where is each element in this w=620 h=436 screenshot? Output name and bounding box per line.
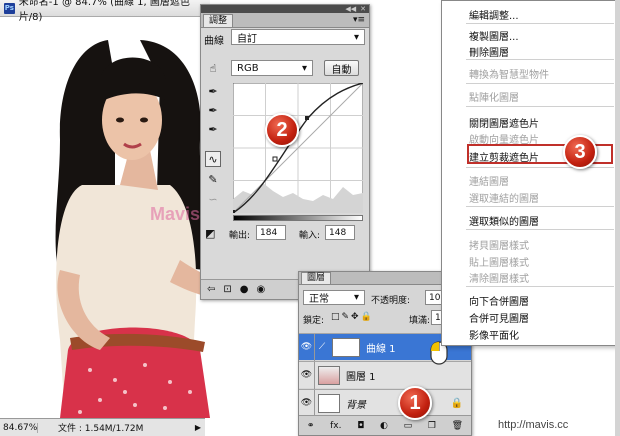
step-badge-3: 3: [563, 135, 597, 169]
menu-item-select-similar-layers[interactable]: 選取類似的圖層: [469, 213, 539, 228]
document-title-bar[interactable]: Ps 未命名-1 @ 84.7% (曲線 1, 圖層遮色片/8): [0, 0, 210, 23]
menu-separator: [466, 59, 614, 60]
menu-item-edit-adjustment[interactable]: 編輯調整...: [469, 7, 519, 22]
chevron-down-icon: ▾: [301, 62, 307, 74]
collapse-icon[interactable]: ◀◀: [345, 5, 356, 13]
adjustments-panel: ◀◀ ✕ 調整 ▾≡ 曲線 自訂 ▾ ☝ RGB ▾ 自動 ✒ ✒ ✒ ∿ ✎ ∽ ◩…: [200, 4, 370, 300]
lock-icon: 🔒: [450, 397, 463, 409]
menu-item-merge-visible[interactable]: 合併可見圖層: [469, 310, 529, 325]
new-layer-icon[interactable]: ❐: [428, 421, 436, 431]
menu-separator: [466, 23, 614, 24]
menu-item-link-layers: 連結圖層: [469, 177, 509, 188]
photoshop-logo-icon: Ps: [4, 2, 15, 14]
layer-name[interactable]: 圖層 1: [346, 368, 376, 383]
smooth-curve-icon[interactable]: ∽: [205, 191, 221, 207]
fill-label: 填滿:: [409, 316, 431, 326]
tab-layers[interactable]: 圖層: [301, 272, 332, 284]
menu-separator: [466, 286, 614, 287]
curves-adjust-icon: ⟋: [318, 342, 326, 352]
layer-name[interactable]: 背景: [346, 396, 366, 411]
eye-icon[interactable]: 👁: [299, 333, 315, 361]
auto-button[interactable]: 自動: [324, 60, 359, 76]
preset-label: 曲線: [204, 36, 224, 47]
panel-top-bar: ◀◀ ✕: [201, 5, 369, 13]
new-adjustment-layer-icon[interactable]: ◐: [380, 421, 388, 431]
status-menu-arrow-icon[interactable]: ▶: [195, 423, 201, 432]
curves-graph[interactable]: [233, 83, 363, 213]
menu-item-duplicate-layer[interactable]: 複製圖層...: [469, 28, 519, 43]
expand-view-icon[interactable]: ⊡: [223, 284, 231, 295]
toggle-visibility-icon[interactable]: ◉: [257, 284, 266, 295]
file-size-info: 文件 : 1.54M/1.72M: [58, 424, 144, 434]
layer-mask-thumbnail[interactable]: [332, 337, 360, 357]
site-watermark: http://mavis.cc: [498, 419, 569, 431]
eye-icon[interactable]: 👁: [299, 389, 315, 417]
menu-item-merge-down[interactable]: 向下合併圖層: [469, 293, 529, 308]
eye-icon[interactable]: 👁: [299, 361, 315, 389]
link-layers-icon[interactable]: ⚭: [307, 421, 315, 431]
blend-mode-value: 正常: [309, 294, 329, 305]
add-mask-icon[interactable]: ◘: [357, 421, 364, 431]
photo-watermark: Mavis: [150, 204, 200, 224]
chevron-down-icon: ▾: [353, 292, 359, 303]
delete-layer-icon[interactable]: 🗑: [452, 421, 463, 431]
step-badge-1: 1: [398, 386, 432, 420]
opacity-label: 不透明度:: [371, 296, 411, 306]
curve-edit-tool-icon[interactable]: ∿: [205, 151, 221, 167]
lock-options-icon[interactable]: □✎✥🔒: [331, 312, 374, 322]
layer-thumbnail[interactable]: [318, 365, 340, 385]
menu-separator: [466, 83, 614, 84]
channel-dropdown[interactable]: RGB ▾: [231, 60, 313, 76]
fx-button[interactable]: fx.: [330, 421, 341, 431]
new-group-icon[interactable]: ▭: [404, 421, 413, 431]
menu-separator: [466, 206, 614, 207]
menu-separator: [466, 106, 614, 107]
adjustments-tab-bar: 調整 ▾≡: [201, 13, 369, 28]
step-badge-2: 2: [265, 113, 299, 147]
menu-item-select-linked-layers: 選取連結的圖層: [469, 194, 539, 205]
target-adjust-hand-icon[interactable]: ☝: [205, 60, 221, 76]
output-label: 輸出:: [229, 231, 251, 241]
menu-item-disable-layer-mask[interactable]: 關閉圖層遮色片: [469, 115, 539, 130]
black-point-eyedropper-icon[interactable]: ✒: [205, 83, 221, 99]
lock-label: 鎖定:: [303, 316, 325, 326]
input-field[interactable]: 148: [325, 225, 355, 240]
layer-thumbnail[interactable]: [318, 393, 340, 413]
preset-dropdown[interactable]: 自訂 ▾: [231, 29, 365, 45]
menu-item-clear-layer-style: 清除圖層樣式: [469, 274, 529, 285]
menu-separator: [466, 229, 614, 230]
show-clipping-icon[interactable]: ◩: [205, 227, 215, 240]
layers-footer: ⚭ fx. ◘ ◐ ▭ ❐ 🗑: [299, 415, 471, 435]
close-icon[interactable]: ✕: [360, 5, 366, 13]
menu-item-delete-layer[interactable]: 刪除圖層: [469, 44, 509, 59]
menu-item-copy-layer-style: 拷貝圖層樣式: [469, 241, 529, 252]
input-label: 輸入:: [299, 231, 321, 241]
white-point-eyedropper-icon[interactable]: ✒: [205, 121, 221, 137]
panel-menu-icon[interactable]: ▾≡: [353, 13, 365, 27]
chevron-down-icon: ▾: [353, 31, 359, 43]
menu-separator: [466, 167, 614, 168]
menu-item-flatten-image[interactable]: 影像平面化: [469, 327, 519, 342]
channel-value: RGB: [237, 62, 259, 74]
menu-item-paste-layer-style: 貼上圖層樣式: [469, 258, 529, 269]
status-bar: 84.67% 文件 : 1.54M/1.72M ▶: [0, 418, 205, 436]
layer-name[interactable]: 曲線 1: [366, 340, 396, 355]
input-gradient-bar: [233, 215, 363, 221]
menu-item-rasterize-layer: 點陣化圖層: [469, 93, 519, 104]
zoom-level[interactable]: 84.67%: [0, 422, 38, 433]
output-field[interactable]: 184: [256, 225, 286, 240]
layer-row-background[interactable]: 👁 背景 🔒: [299, 389, 471, 417]
background-strip: [615, 0, 620, 436]
preset-value: 自訂: [237, 33, 257, 45]
blend-mode-dropdown[interactable]: 正常 ▾: [303, 290, 365, 305]
tab-adjustments[interactable]: 調整: [203, 14, 234, 27]
gray-point-eyedropper-icon[interactable]: ✒: [205, 102, 221, 118]
context-menu: 編輯調整... 複製圖層... 刪除圖層 轉換為智慧型物件 點陣化圖層 關閉圖層…: [441, 0, 617, 346]
pencil-draw-icon[interactable]: ✎: [205, 171, 221, 187]
clip-to-layer-icon[interactable]: ●: [240, 284, 249, 295]
return-to-list-icon[interactable]: ⇦: [207, 284, 215, 295]
menu-item-convert-smart-object: 轉換為智慧型物件: [469, 70, 549, 81]
